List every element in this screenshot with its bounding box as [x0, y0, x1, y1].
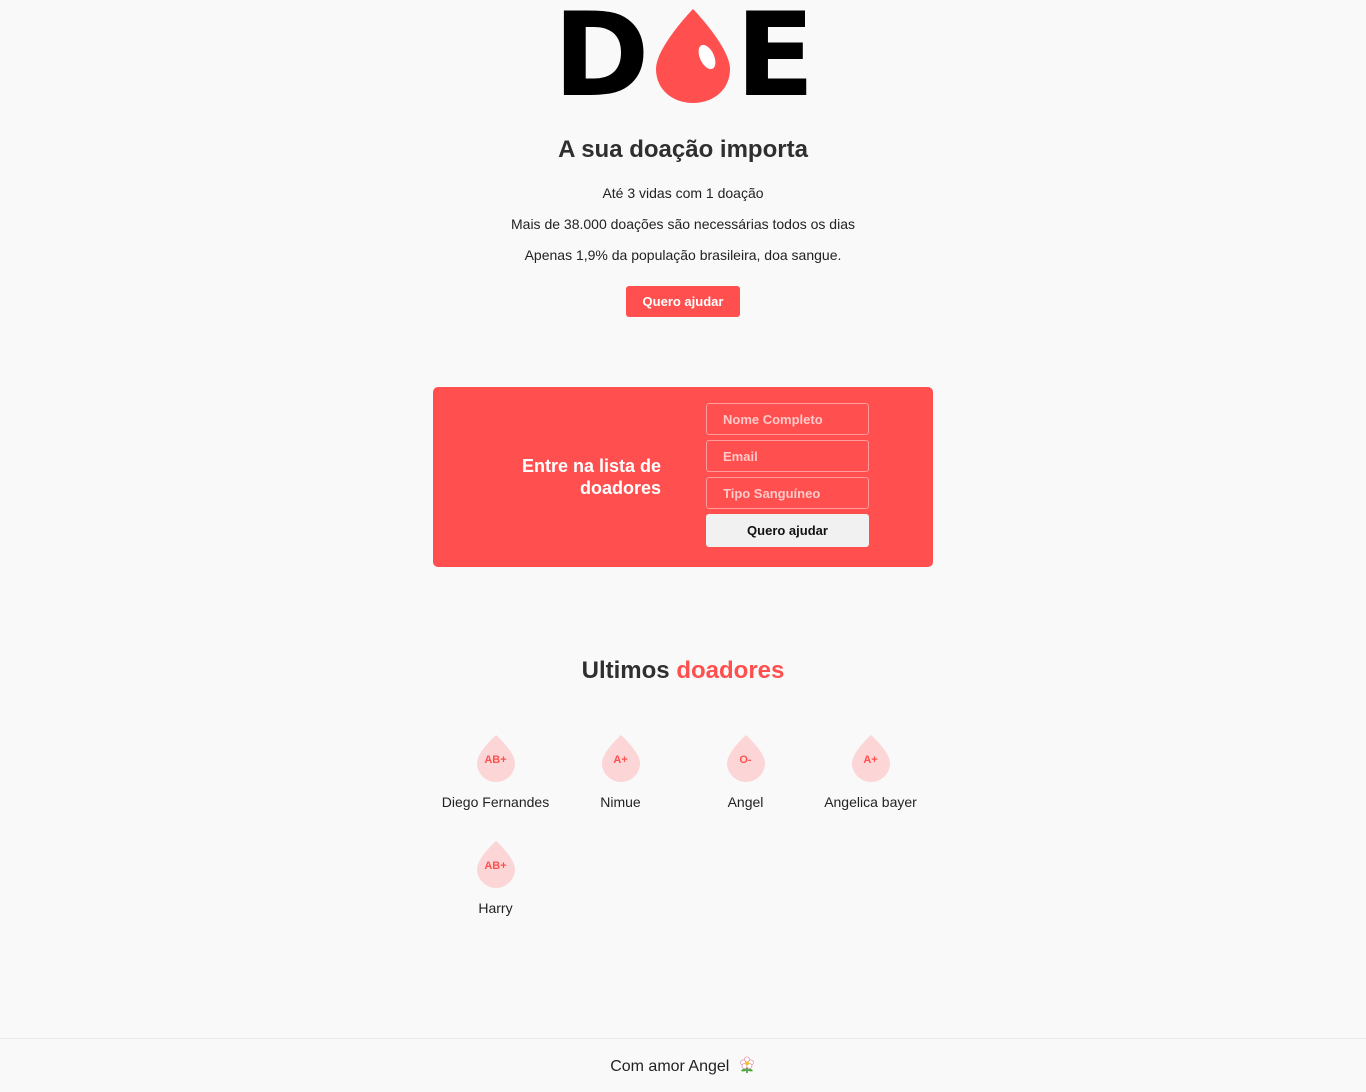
footer: Com amor Angel: [0, 1038, 1366, 1092]
email-input[interactable]: [706, 440, 869, 472]
logo: D E: [0, 0, 1366, 123]
donor-card: AB+ Diego Fernandes: [433, 734, 558, 810]
blood-drop-icon: AB+: [475, 734, 517, 784]
donor-name: Angel: [727, 794, 764, 810]
headline: A sua doação importa: [558, 136, 808, 163]
donor-card: A+ Nimue: [558, 734, 683, 810]
page: D E A sua doação importa Até 3 vidas com…: [0, 0, 1366, 1092]
logo-letter-d: D: [553, 0, 649, 123]
blood-drop-logo-icon: [655, 9, 730, 103]
footer-text: Com amor Angel: [610, 1058, 730, 1075]
intro-line-donations: Mais de 38.000 doações são necessárias t…: [511, 216, 855, 232]
logo-letter-e: E: [735, 0, 815, 123]
donor-blood-type: AB+: [484, 754, 507, 766]
donor-blood-type: AB+: [484, 860, 507, 872]
donor-name: Angelica bayer: [824, 794, 917, 810]
donor-name: Diego Fernandes: [441, 794, 550, 810]
blood-drop-icon: A+: [600, 734, 642, 784]
intro-line-lives: Até 3 vidas com 1 doação: [602, 185, 764, 201]
donor-name: Harry: [478, 900, 513, 916]
flower-icon: [740, 1056, 754, 1073]
donor-blood-type: A+: [613, 754, 628, 766]
donors-title: Ultimos doadores: [0, 657, 1366, 685]
intro-line-population: Apenas 1,9% da população brasileira, doa…: [524, 247, 842, 263]
submit-button[interactable]: Quero ajudar: [706, 514, 869, 547]
blood-drop-icon: O-: [725, 734, 767, 784]
blood-drop-icon: AB+: [475, 840, 517, 890]
donor-blood-type: A+: [863, 754, 878, 766]
form-title: Entre na lista de doadores: [521, 456, 661, 498]
name-input[interactable]: [706, 403, 869, 435]
help-button[interactable]: Quero ajudar: [626, 286, 740, 317]
blood-type-input[interactable]: [706, 477, 869, 509]
blood-drop-icon: A+: [850, 734, 892, 784]
donor-card: A+ Angelica bayer: [808, 734, 933, 810]
donor-blood-type: O-: [739, 754, 752, 766]
donor-form-card: Entre na lista de doadores Quero ajudar: [433, 387, 933, 567]
donors-title-prefix: Ultimos: [581, 657, 670, 684]
donor-card: O- Angel: [683, 734, 808, 810]
donor-name: Nimue: [600, 794, 641, 810]
donor-card: AB+ Harry: [433, 840, 558, 916]
donors-title-accent: doadores: [676, 657, 785, 684]
